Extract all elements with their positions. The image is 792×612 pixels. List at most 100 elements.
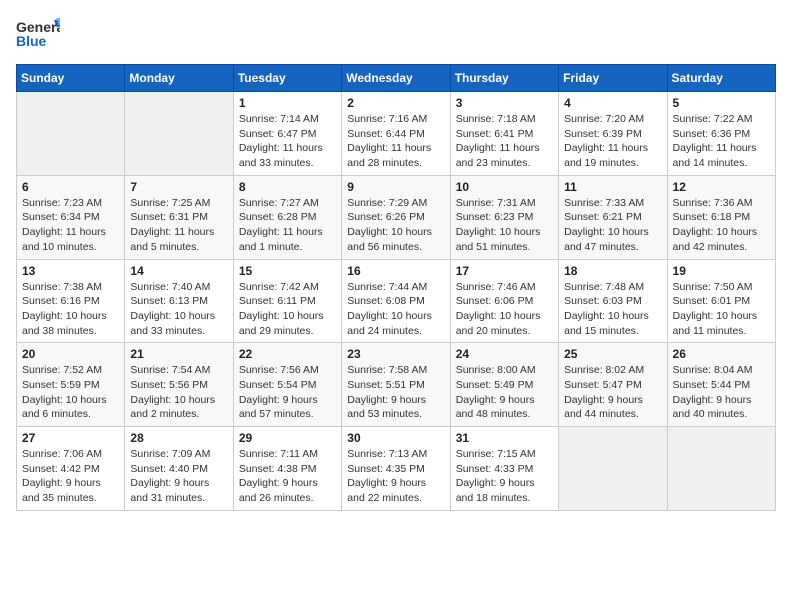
calendar-cell: 15 Sunrise: 7:42 AM Sunset: 6:11 PM Dayli…	[233, 259, 341, 343]
day-detail: Sunrise: 7:44 AM Sunset: 6:08 PM Dayligh…	[347, 280, 444, 339]
calendar-cell: 7 Sunrise: 7:25 AM Sunset: 6:31 PM Daylig…	[125, 175, 233, 259]
day-detail: Sunrise: 7:18 AM Sunset: 6:41 PM Dayligh…	[456, 112, 553, 171]
day-detail: Sunrise: 7:27 AM Sunset: 6:28 PM Dayligh…	[239, 196, 336, 255]
day-detail: Sunrise: 7:48 AM Sunset: 6:03 PM Dayligh…	[564, 280, 661, 339]
calendar-cell: 31 Sunrise: 7:15 AM Sunset: 4:33 PM Dayli…	[450, 427, 558, 511]
day-detail: Sunrise: 8:04 AM Sunset: 5:44 PM Dayligh…	[673, 363, 770, 422]
day-number: 9	[347, 180, 444, 194]
day-number: 25	[564, 347, 661, 361]
day-number: 14	[130, 264, 227, 278]
calendar-cell: 22 Sunrise: 7:56 AM Sunset: 5:54 PM Dayli…	[233, 343, 341, 427]
calendar-cell: 24 Sunrise: 8:00 AM Sunset: 5:49 PM Dayli…	[450, 343, 558, 427]
calendar-cell: 10 Sunrise: 7:31 AM Sunset: 6:23 PM Dayli…	[450, 175, 558, 259]
day-number: 2	[347, 96, 444, 110]
calendar-week-row: 20Sunrise: 7:52 AM Sunset: 5:59 PM Dayli…	[17, 343, 776, 427]
day-number: 7	[130, 180, 227, 194]
calendar-cell: 21 Sunrise: 7:54 AM Sunset: 5:56 PM Dayli…	[125, 343, 233, 427]
calendar-cell: 29 Sunrise: 7:11 AM Sunset: 4:38 PM Dayli…	[233, 427, 341, 511]
day-detail: Sunrise: 7:42 AM Sunset: 6:11 PM Dayligh…	[239, 280, 336, 339]
day-number: 6	[22, 180, 119, 194]
day-number: 15	[239, 264, 336, 278]
day-number: 16	[347, 264, 444, 278]
day-number: 28	[130, 431, 227, 445]
day-number: 20	[22, 347, 119, 361]
weekday-header-friday: Friday	[559, 65, 667, 92]
day-detail: Sunrise: 7:46 AM Sunset: 6:06 PM Dayligh…	[456, 280, 553, 339]
day-number: 10	[456, 180, 553, 194]
day-number: 11	[564, 180, 661, 194]
calendar-cell: 25 Sunrise: 8:02 AM Sunset: 5:47 PM Dayli…	[559, 343, 667, 427]
day-number: 31	[456, 431, 553, 445]
calendar-cell: 30 Sunrise: 7:13 AM Sunset: 4:35 PM Dayli…	[342, 427, 450, 511]
day-detail: Sunrise: 7:38 AM Sunset: 6:16 PM Dayligh…	[22, 280, 119, 339]
calendar-cell: 16 Sunrise: 7:44 AM Sunset: 6:08 PM Dayli…	[342, 259, 450, 343]
calendar-cell: 14 Sunrise: 7:40 AM Sunset: 6:13 PM Dayli…	[125, 259, 233, 343]
day-detail: Sunrise: 7:50 AM Sunset: 6:01 PM Dayligh…	[673, 280, 770, 339]
calendar-header-row: SundayMondayTuesdayWednesdayThursdayFrid…	[17, 65, 776, 92]
calendar-cell	[125, 92, 233, 176]
day-detail: Sunrise: 7:29 AM Sunset: 6:26 PM Dayligh…	[347, 196, 444, 255]
day-detail: Sunrise: 7:31 AM Sunset: 6:23 PM Dayligh…	[456, 196, 553, 255]
day-number: 1	[239, 96, 336, 110]
day-detail: Sunrise: 7:25 AM Sunset: 6:31 PM Dayligh…	[130, 196, 227, 255]
day-number: 26	[673, 347, 770, 361]
day-detail: Sunrise: 7:16 AM Sunset: 6:44 PM Dayligh…	[347, 112, 444, 171]
calendar-cell: 19 Sunrise: 7:50 AM Sunset: 6:01 PM Dayli…	[667, 259, 775, 343]
weekday-header-wednesday: Wednesday	[342, 65, 450, 92]
day-detail: Sunrise: 7:14 AM Sunset: 6:47 PM Dayligh…	[239, 112, 336, 171]
day-detail: Sunrise: 8:02 AM Sunset: 5:47 PM Dayligh…	[564, 363, 661, 422]
logo-icon: General Blue	[16, 16, 60, 52]
day-number: 3	[456, 96, 553, 110]
calendar-cell: 6 Sunrise: 7:23 AM Sunset: 6:34 PM Daylig…	[17, 175, 125, 259]
calendar-cell: 13 Sunrise: 7:38 AM Sunset: 6:16 PM Dayli…	[17, 259, 125, 343]
day-detail: Sunrise: 7:13 AM Sunset: 4:35 PM Dayligh…	[347, 447, 444, 506]
calendar-cell	[667, 427, 775, 511]
calendar-cell: 26 Sunrise: 8:04 AM Sunset: 5:44 PM Dayli…	[667, 343, 775, 427]
day-detail: Sunrise: 7:06 AM Sunset: 4:42 PM Dayligh…	[22, 447, 119, 506]
calendar-week-row: 13 Sunrise: 7:38 AM Sunset: 6:16 PM Dayli…	[17, 259, 776, 343]
day-number: 30	[347, 431, 444, 445]
calendar-cell: 27 Sunrise: 7:06 AM Sunset: 4:42 PM Dayli…	[17, 427, 125, 511]
day-number: 24	[456, 347, 553, 361]
day-detail: Sunrise: 7:40 AM Sunset: 6:13 PM Dayligh…	[130, 280, 227, 339]
calendar-cell: 11Sunrise: 7:33 AM Sunset: 6:21 PM Dayli…	[559, 175, 667, 259]
day-detail: Sunrise: 7:56 AM Sunset: 5:54 PM Dayligh…	[239, 363, 336, 422]
calendar-cell	[559, 427, 667, 511]
calendar-table: SundayMondayTuesdayWednesdayThursdayFrid…	[16, 64, 776, 511]
calendar-cell: 3 Sunrise: 7:18 AM Sunset: 6:41 PM Daylig…	[450, 92, 558, 176]
weekday-header-monday: Monday	[125, 65, 233, 92]
day-number: 29	[239, 431, 336, 445]
calendar-cell: 28 Sunrise: 7:09 AM Sunset: 4:40 PM Dayli…	[125, 427, 233, 511]
calendar-week-row: 1 Sunrise: 7:14 AM Sunset: 6:47 PM Daylig…	[17, 92, 776, 176]
day-detail: Sunrise: 7:09 AM Sunset: 4:40 PM Dayligh…	[130, 447, 227, 506]
calendar-cell: 4Sunrise: 7:20 AM Sunset: 6:39 PM Daylig…	[559, 92, 667, 176]
day-detail: Sunrise: 7:36 AM Sunset: 6:18 PM Dayligh…	[673, 196, 770, 255]
day-number: 22	[239, 347, 336, 361]
day-number: 23	[347, 347, 444, 361]
page-header: General Blue	[16, 16, 776, 52]
calendar-cell: 9 Sunrise: 7:29 AM Sunset: 6:26 PM Daylig…	[342, 175, 450, 259]
calendar-cell: 12 Sunrise: 7:36 AM Sunset: 6:18 PM Dayli…	[667, 175, 775, 259]
day-number: 13	[22, 264, 119, 278]
day-number: 4	[564, 96, 661, 110]
day-detail: Sunrise: 7:58 AM Sunset: 5:51 PM Dayligh…	[347, 363, 444, 422]
calendar-cell: 17Sunrise: 7:46 AM Sunset: 6:06 PM Dayli…	[450, 259, 558, 343]
calendar-cell: 2 Sunrise: 7:16 AM Sunset: 6:44 PM Daylig…	[342, 92, 450, 176]
day-detail: Sunrise: 8:00 AM Sunset: 5:49 PM Dayligh…	[456, 363, 553, 422]
calendar-week-row: 6 Sunrise: 7:23 AM Sunset: 6:34 PM Daylig…	[17, 175, 776, 259]
weekday-header-saturday: Saturday	[667, 65, 775, 92]
day-detail: Sunrise: 7:23 AM Sunset: 6:34 PM Dayligh…	[22, 196, 119, 255]
calendar-cell: 8 Sunrise: 7:27 AM Sunset: 6:28 PM Daylig…	[233, 175, 341, 259]
day-number: 12	[673, 180, 770, 194]
day-number: 8	[239, 180, 336, 194]
calendar-cell: 5Sunrise: 7:22 AM Sunset: 6:36 PM Daylig…	[667, 92, 775, 176]
day-detail: Sunrise: 7:54 AM Sunset: 5:56 PM Dayligh…	[130, 363, 227, 422]
day-number: 19	[673, 264, 770, 278]
day-detail: Sunrise: 7:15 AM Sunset: 4:33 PM Dayligh…	[456, 447, 553, 506]
day-detail: Sunrise: 7:11 AM Sunset: 4:38 PM Dayligh…	[239, 447, 336, 506]
day-number: 27	[22, 431, 119, 445]
calendar-cell: 18Sunrise: 7:48 AM Sunset: 6:03 PM Dayli…	[559, 259, 667, 343]
calendar-cell: 23 Sunrise: 7:58 AM Sunset: 5:51 PM Dayli…	[342, 343, 450, 427]
day-number: 21	[130, 347, 227, 361]
calendar-week-row: 27 Sunrise: 7:06 AM Sunset: 4:42 PM Dayli…	[17, 427, 776, 511]
